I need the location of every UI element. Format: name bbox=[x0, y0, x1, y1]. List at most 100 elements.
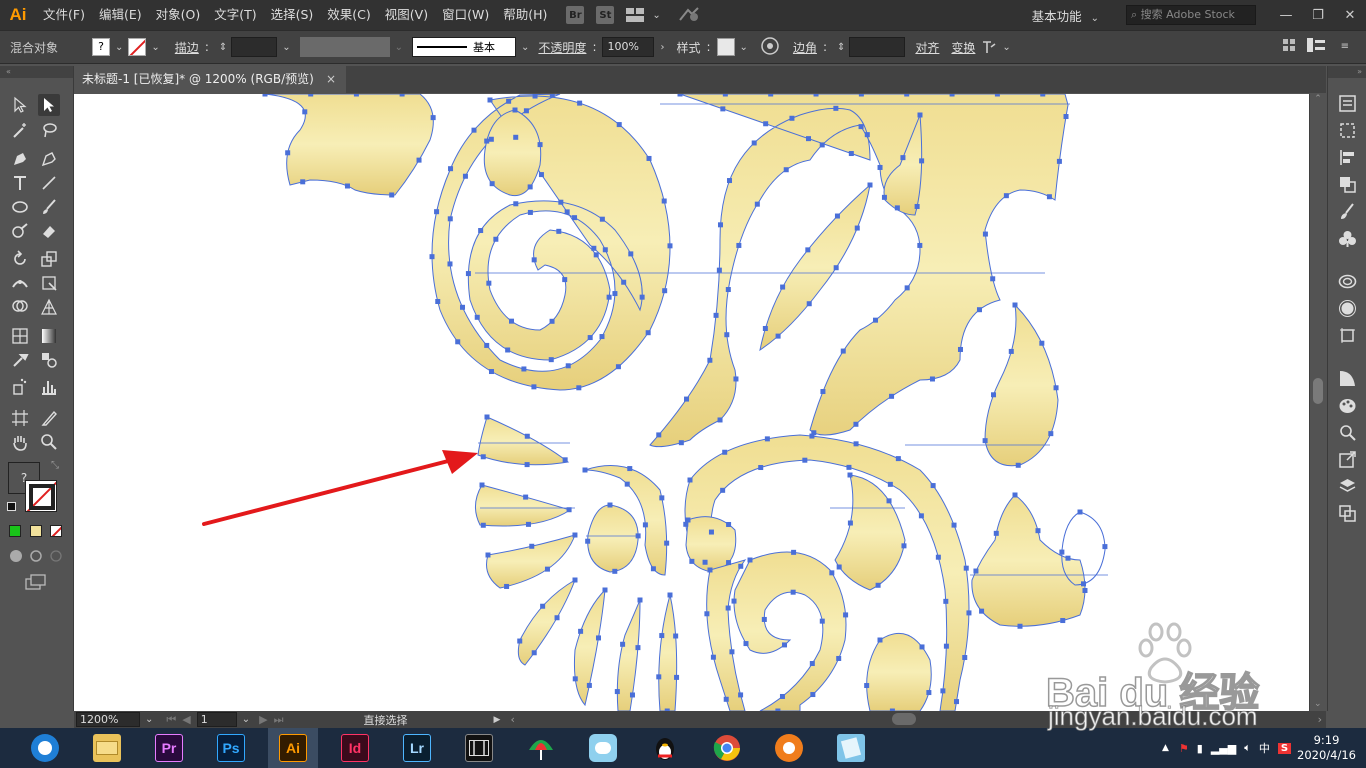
anchor-point[interactable] bbox=[1082, 587, 1088, 593]
anchor-point[interactable] bbox=[593, 252, 599, 258]
navigator-icon[interactable] bbox=[1338, 423, 1357, 442]
anchor-point[interactable] bbox=[846, 464, 852, 470]
anchor-point[interactable] bbox=[577, 100, 583, 106]
libraries-icon[interactable] bbox=[1338, 272, 1357, 291]
anchor-point[interactable] bbox=[462, 173, 468, 179]
taskbar-photoshop-icon[interactable]: Ps bbox=[206, 728, 256, 768]
anchor-point[interactable] bbox=[1012, 302, 1018, 308]
anchor-point[interactable] bbox=[513, 134, 519, 140]
taskbar-qq-icon[interactable] bbox=[640, 728, 690, 768]
menu-effect[interactable]: 效果(C) bbox=[320, 0, 377, 30]
anchor-point[interactable] bbox=[637, 597, 643, 603]
anchor-point[interactable] bbox=[667, 592, 673, 598]
anchor-point[interactable] bbox=[1081, 581, 1087, 587]
anchor-point[interactable] bbox=[791, 549, 797, 555]
anchor-point[interactable] bbox=[881, 194, 887, 200]
anchor-point[interactable] bbox=[717, 222, 723, 228]
anchor-point[interactable] bbox=[486, 280, 492, 286]
anchor-point[interactable] bbox=[886, 498, 892, 504]
anchor-point[interactable] bbox=[702, 559, 708, 565]
anchor-point[interactable] bbox=[614, 689, 620, 695]
appearance-icon[interactable] bbox=[1338, 299, 1357, 318]
first-artboard-icon[interactable]: ⏮ bbox=[166, 713, 176, 727]
anchor-point[interactable] bbox=[736, 242, 742, 248]
anchor-point[interactable] bbox=[979, 608, 985, 614]
anchor-point[interactable] bbox=[344, 183, 350, 189]
anchor-point[interactable] bbox=[877, 164, 883, 170]
anchor-point[interactable] bbox=[465, 271, 471, 277]
zoom-level-input[interactable]: 1200% bbox=[76, 712, 140, 727]
gpu-performance-icon[interactable] bbox=[678, 6, 700, 25]
anchor-point[interactable] bbox=[628, 251, 634, 257]
anchor-point[interactable] bbox=[587, 335, 593, 341]
corner-label[interactable]: 边角 bbox=[793, 39, 817, 56]
anchor-point[interactable] bbox=[562, 457, 568, 463]
anchor-point[interactable] bbox=[662, 288, 668, 294]
anchor-point[interactable] bbox=[1046, 194, 1052, 200]
anchor-point[interactable] bbox=[726, 521, 732, 527]
taskbar-chrome-icon[interactable] bbox=[702, 728, 752, 768]
anchor-point[interactable] bbox=[917, 112, 923, 118]
anchor-point[interactable] bbox=[434, 209, 440, 215]
align-button[interactable]: 对齐 bbox=[915, 39, 939, 56]
chevron-down-icon[interactable]: ⌄ bbox=[115, 42, 123, 53]
anchor-point[interactable] bbox=[607, 502, 613, 508]
export-icon[interactable] bbox=[1338, 450, 1357, 469]
anchor-point[interactable] bbox=[836, 564, 842, 570]
taskbar-browser-icon[interactable] bbox=[20, 728, 70, 768]
taskbar-notes-icon[interactable] bbox=[826, 728, 876, 768]
anchor-point[interactable] bbox=[549, 94, 555, 97]
anchor-point[interactable] bbox=[900, 155, 906, 161]
anchor-point[interactable] bbox=[599, 216, 605, 222]
anchor-point[interactable] bbox=[949, 94, 955, 97]
menu-object[interactable]: 对象(O) bbox=[149, 0, 208, 30]
anchor-point[interactable] bbox=[484, 138, 490, 144]
restore-button[interactable]: ❐ bbox=[1302, 0, 1334, 30]
scroll-thumb[interactable] bbox=[1313, 378, 1323, 404]
input-method-icon[interactable]: 中 bbox=[1259, 740, 1270, 756]
anchor-point[interactable] bbox=[673, 633, 679, 639]
close-tab-icon[interactable]: × bbox=[326, 66, 336, 93]
anchor-point[interactable] bbox=[549, 318, 555, 324]
artboards-panel-icon[interactable] bbox=[1338, 326, 1357, 345]
anchor-point[interactable] bbox=[1059, 549, 1065, 555]
anchor-point[interactable] bbox=[716, 267, 722, 273]
anchor-point[interactable] bbox=[809, 433, 815, 439]
anchor-point[interactable] bbox=[1003, 193, 1009, 199]
anchor-point[interactable] bbox=[867, 182, 873, 188]
anchor-point[interactable] bbox=[722, 94, 728, 97]
anchor-point[interactable] bbox=[572, 532, 578, 538]
anchor-point[interactable] bbox=[889, 393, 895, 399]
anchor-point[interactable] bbox=[973, 568, 979, 574]
anchor-point[interactable] bbox=[448, 166, 454, 172]
anchor-point[interactable] bbox=[904, 94, 910, 97]
anchor-point[interactable] bbox=[819, 142, 825, 148]
anchor-point[interactable] bbox=[914, 203, 920, 209]
next-artboard-icon[interactable]: ▶ bbox=[259, 713, 267, 726]
anchor-point[interactable] bbox=[940, 688, 946, 694]
anchor-point[interactable] bbox=[848, 151, 854, 157]
anchor-point[interactable] bbox=[639, 294, 645, 300]
anchor-point[interactable] bbox=[717, 417, 723, 423]
anchor-point[interactable] bbox=[782, 642, 788, 648]
stock-search-input[interactable]: ⌕ 搜索 Adobe Stock bbox=[1126, 5, 1256, 25]
anchor-point[interactable] bbox=[447, 216, 453, 222]
network-flag-icon[interactable]: ⚑ bbox=[1179, 742, 1189, 755]
anchor-point[interactable] bbox=[506, 98, 512, 104]
anchor-point[interactable] bbox=[840, 348, 846, 354]
magic-wand-tool-icon[interactable] bbox=[9, 119, 31, 141]
anchor-point[interactable] bbox=[858, 94, 864, 97]
anchor-point[interactable] bbox=[847, 472, 853, 478]
anchor-point[interactable] bbox=[761, 616, 767, 622]
document-tab[interactable]: 未标题-1 [已恢复]* @ 1200% (RGB/预览) × bbox=[74, 66, 346, 93]
anchor-point[interactable] bbox=[894, 205, 900, 211]
anchor-point[interactable] bbox=[527, 184, 533, 190]
anchor-point[interactable] bbox=[810, 692, 816, 698]
stroke-stepper[interactable]: ⇕ bbox=[219, 42, 227, 53]
anchor-point[interactable] bbox=[389, 192, 395, 198]
anchor-point[interactable] bbox=[576, 385, 582, 391]
anchor-point[interactable] bbox=[809, 661, 815, 667]
anchor-point[interactable] bbox=[747, 557, 753, 563]
anchor-point[interactable] bbox=[1035, 528, 1041, 534]
direct-selection-tool-icon[interactable] bbox=[38, 94, 60, 116]
